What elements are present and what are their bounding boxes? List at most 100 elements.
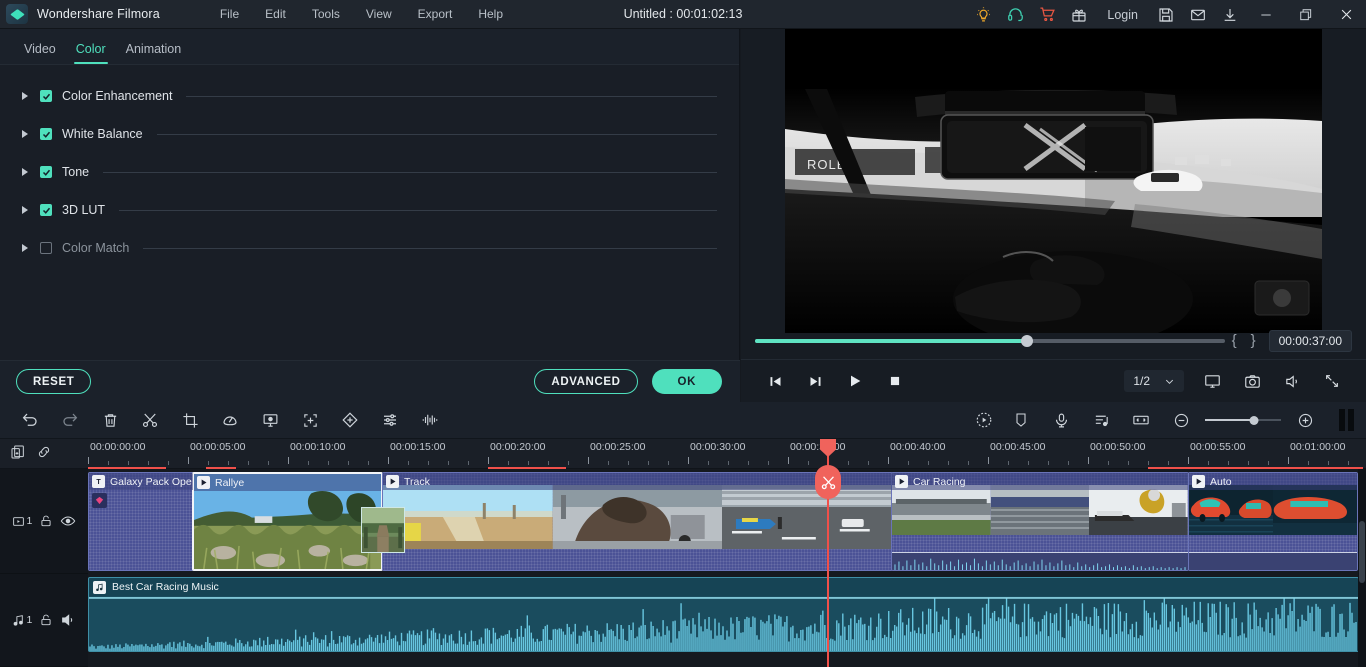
render-preview-bars[interactable] <box>1339 409 1354 431</box>
clip-best-car-racing-music[interactable]: Best Car Racing Music <box>88 577 1359 652</box>
clip-galaxy-pack-opener[interactable]: T Galaxy Pack Ope <box>88 472 194 571</box>
save-icon[interactable] <box>1150 0 1182 29</box>
link-icon[interactable] <box>36 444 52 465</box>
chevron-right-icon[interactable] <box>22 130 28 138</box>
restore-button[interactable] <box>1286 0 1326 29</box>
checkbox-white-balance[interactable] <box>40 128 52 140</box>
clip-header: Car Racing <box>892 473 1188 490</box>
property-row-3d-lut[interactable]: 3D LUT <box>0 191 739 229</box>
tab-animation[interactable]: Animation <box>116 42 192 64</box>
menu-export[interactable]: Export <box>405 3 466 25</box>
undo-icon[interactable] <box>10 402 50 438</box>
download-icon[interactable] <box>1214 0 1246 29</box>
scrollbar-thumb[interactable] <box>1359 521 1365 583</box>
fit-timeline-icon[interactable] <box>1121 402 1161 438</box>
crop-icon[interactable] <box>170 402 210 438</box>
tab-video[interactable]: Video <box>14 42 66 64</box>
seek-handle[interactable] <box>1021 334 1034 347</box>
record-icon[interactable] <box>961 402 1001 438</box>
video-track-icon[interactable]: 1 <box>12 515 32 528</box>
add-track-icon[interactable] <box>10 444 26 465</box>
voiceover-icon[interactable] <box>1041 402 1081 438</box>
split-icon[interactable] <box>130 402 170 438</box>
chevron-right-icon[interactable] <box>22 244 28 252</box>
audio-detach-icon[interactable] <box>410 402 450 438</box>
audio-mixer-icon[interactable] <box>1081 402 1121 438</box>
headset-icon[interactable] <box>999 0 1031 29</box>
timeline-vertical-scrollbar[interactable] <box>1358 469 1366 667</box>
chevron-right-icon[interactable] <box>22 168 28 176</box>
mark-out-button[interactable]: } <box>1244 332 1263 349</box>
tab-color[interactable]: Color <box>66 42 116 64</box>
volume-icon[interactable] <box>1272 367 1312 395</box>
mask-icon[interactable] <box>290 402 330 438</box>
color-match-icon[interactable] <box>330 402 370 438</box>
checkbox-color-enhancement[interactable] <box>40 90 52 102</box>
zoom-slider-handle[interactable] <box>1249 415 1259 425</box>
adjust-icon[interactable] <box>370 402 410 438</box>
reset-button[interactable]: RESET <box>16 369 92 394</box>
chevron-right-icon[interactable] <box>22 92 28 100</box>
chevron-right-icon[interactable] <box>22 206 28 214</box>
prev-frame-button[interactable] <box>755 367 795 395</box>
snapshot-icon[interactable] <box>1232 367 1272 395</box>
play-button[interactable] <box>835 367 875 395</box>
menu-help[interactable]: Help <box>465 3 516 25</box>
playback-quality-select[interactable]: 1/2 <box>1124 370 1184 392</box>
checkbox-color-match[interactable] <box>40 242 52 254</box>
stop-button[interactable] <box>875 367 915 395</box>
eye-icon[interactable] <box>60 513 76 529</box>
timeline-zoom-slider[interactable] <box>1205 413 1281 427</box>
video-track-body[interactable]: T Galaxy Pack Ope Rallye Track Car Racin… <box>88 469 1366 574</box>
close-button[interactable] <box>1326 0 1366 29</box>
clip-car-racing[interactable]: Car Racing <box>891 472 1189 571</box>
property-row-tone[interactable]: Tone <box>0 153 739 191</box>
lightbulb-icon[interactable] <box>967 0 999 29</box>
advanced-button[interactable]: ADVANCED <box>534 369 638 394</box>
clip-thumbnails <box>383 485 892 549</box>
speaker-icon[interactable] <box>60 612 76 628</box>
clip-auto[interactable]: Auto <box>1188 472 1358 571</box>
audio-track-body[interactable]: Best Car Racing Music <box>88 574 1366 667</box>
cart-icon[interactable] <box>1031 0 1063 29</box>
speed-icon[interactable] <box>210 402 250 438</box>
split-at-playhead-button[interactable] <box>815 465 841 499</box>
audio-track-icon[interactable]: 1 <box>12 614 32 627</box>
unlock-icon[interactable] <box>39 514 53 528</box>
redo-icon[interactable] <box>50 402 90 438</box>
keyframe-diamond-icon[interactable] <box>92 493 107 508</box>
marker-icon[interactable] <box>1001 402 1041 438</box>
property-row-color-match[interactable]: Color Match <box>0 229 739 267</box>
timeline-ruler[interactable]: 00:00:00:00 00:00:05:00 00:00:10:00 00:00:1… <box>88 439 1366 469</box>
next-frame-button[interactable] <box>795 367 835 395</box>
gift-icon[interactable] <box>1063 0 1095 29</box>
clip-thumbnail <box>1273 485 1357 535</box>
minimize-button[interactable] <box>1246 0 1286 29</box>
freeze-frame-icon[interactable] <box>250 402 290 438</box>
preview-timecode[interactable]: 00:00:37:00 <box>1268 329 1352 352</box>
checkbox-tone[interactable] <box>40 166 52 178</box>
property-row-color-enhancement[interactable]: Color Enhancement <box>0 77 739 115</box>
delete-icon[interactable] <box>90 402 130 438</box>
property-row-white-balance[interactable]: White Balance <box>0 115 739 153</box>
ok-button[interactable]: OK <box>651 369 722 394</box>
video-preview[interactable]: ROLEX <box>785 29 1322 333</box>
zoom-out-icon[interactable] <box>1161 402 1201 438</box>
menu-file[interactable]: File <box>207 3 252 25</box>
fullscreen-icon[interactable] <box>1312 367 1352 395</box>
checkbox-3d-lut[interactable] <box>40 204 52 216</box>
mail-icon[interactable] <box>1182 0 1214 29</box>
unlock-icon[interactable] <box>39 613 53 627</box>
menu-edit[interactable]: Edit <box>252 3 299 25</box>
mark-in-button[interactable]: { <box>1225 332 1244 349</box>
clip-rallye[interactable]: Rallye <box>192 472 383 571</box>
zoom-in-icon[interactable] <box>1285 402 1325 438</box>
title-bar: Wondershare Filmora File Edit Tools View… <box>0 0 1366 29</box>
seek-slider[interactable] <box>755 334 1225 347</box>
clip-thumbnail <box>1189 485 1273 535</box>
display-icon[interactable] <box>1192 367 1232 395</box>
menu-tools[interactable]: Tools <box>299 3 353 25</box>
menu-view[interactable]: View <box>353 3 405 25</box>
ruler-minor-tick <box>348 461 349 465</box>
login-button[interactable]: Login <box>1095 0 1150 29</box>
